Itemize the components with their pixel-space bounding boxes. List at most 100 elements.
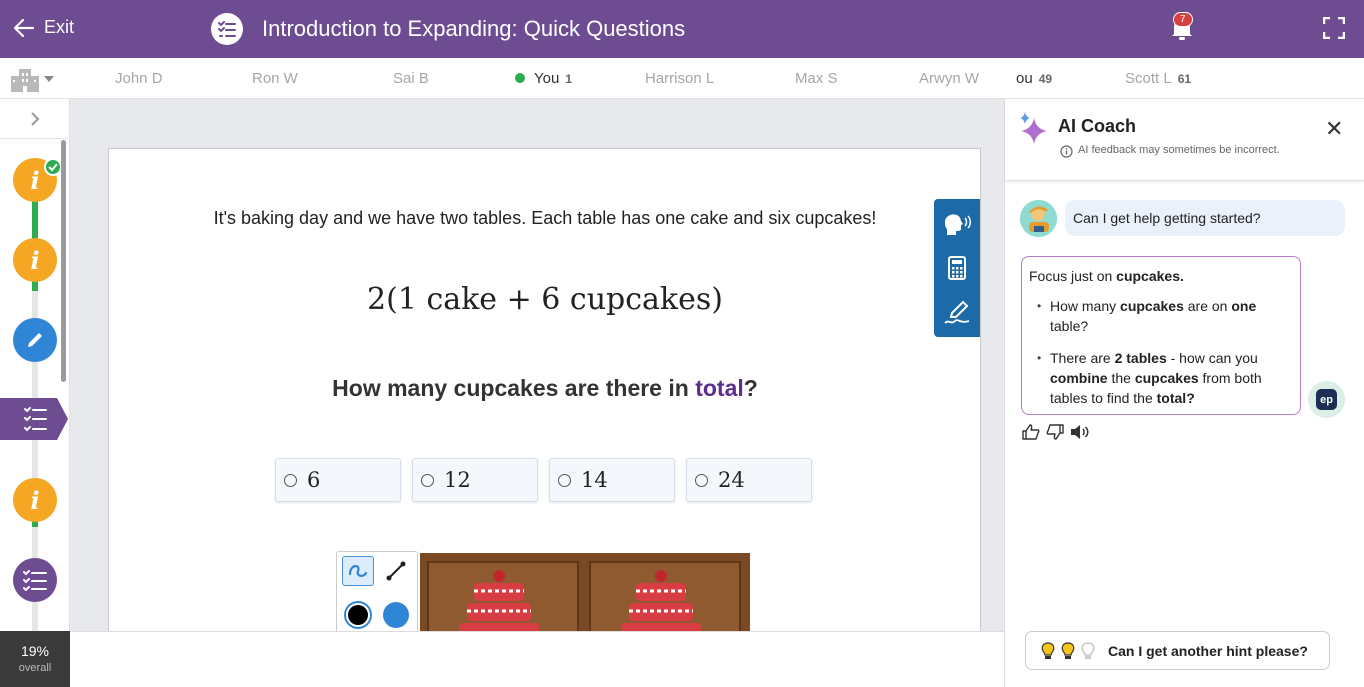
ai-coach-title: AI Coach	[1058, 116, 1137, 136]
close-icon[interactable]: ✕	[1325, 116, 1343, 142]
step-quiz-2[interactable]	[13, 558, 57, 602]
exit-label: Exit	[44, 17, 75, 37]
leaderboard-player: Harrison L	[645, 70, 715, 87]
chevron-right-icon	[31, 111, 40, 126]
leaderboard-player: John D	[115, 70, 163, 87]
color-blue-swatch[interactable]	[380, 600, 412, 630]
leaderboard-player: Ron W	[252, 70, 298, 87]
student-message: Can I get help getting started?	[1065, 200, 1345, 236]
line-tool[interactable]	[380, 556, 412, 586]
step-quiz-current[interactable]	[0, 398, 68, 440]
school-icon	[11, 69, 39, 92]
overall-label: overall	[18, 662, 52, 674]
expand-sidebar-button[interactable]	[0, 99, 70, 139]
leaderboard-player: ou 49	[1016, 70, 1053, 87]
speaking-head-icon	[945, 214, 971, 235]
arrow-left-icon	[14, 18, 34, 37]
radio-button[interactable]	[558, 473, 571, 487]
thumbs-up-icon	[1022, 424, 1040, 440]
fullscreen-icon[interactable]	[1323, 17, 1345, 39]
answer-choice[interactable]: 12	[412, 458, 538, 502]
pen-writing-icon	[944, 300, 970, 324]
step-info-3[interactable]: i	[13, 478, 57, 522]
table-1	[427, 561, 579, 631]
speaker-button[interactable]	[1069, 421, 1091, 443]
leaderboard-player: Arwyn W	[919, 70, 979, 87]
sidebar-scrollbar[interactable]	[61, 140, 66, 382]
ep-logo: ep	[1316, 389, 1337, 410]
page-title: Introduction to Expanding: Quick Questio…	[262, 16, 686, 41]
drawing-toolbox	[336, 551, 418, 631]
info-icon: i	[30, 245, 40, 275]
school-selector[interactable]	[10, 66, 60, 92]
color-black-swatch[interactable]	[342, 600, 374, 630]
online-status-dot	[515, 73, 525, 83]
info-icon: i	[30, 165, 40, 195]
overall-progress: 19% overall	[0, 631, 70, 687]
step-info-2[interactable]: i	[13, 238, 57, 282]
lightbulb-on-icon	[1061, 641, 1075, 659]
checklist-icon	[23, 570, 47, 591]
checklist-icon	[211, 13, 243, 45]
step-task[interactable]	[13, 318, 57, 362]
notification-badge: 7	[1173, 12, 1193, 27]
freehand-pen-tool[interactable]	[342, 556, 374, 586]
lightbulb-off-icon	[1081, 641, 1095, 659]
cake-tables-image	[420, 553, 750, 631]
exit-button[interactable]: Exit	[14, 17, 74, 38]
radio-button[interactable]	[695, 473, 708, 487]
cake-icon	[459, 570, 539, 631]
highlight-total: total	[695, 375, 744, 401]
overall-percent: 19%	[20, 643, 50, 659]
player-score: 49	[1038, 72, 1053, 86]
ai-coach-panel: AI Coach AI feedback may sometimes be in…	[1004, 99, 1364, 687]
calculator-button[interactable]	[942, 253, 972, 283]
ai-coach-header: AI Coach AI feedback may sometimes be in…	[1005, 99, 1364, 181]
player-score: 61	[1177, 72, 1192, 86]
thumbs-down-button[interactable]	[1044, 421, 1066, 443]
answer-choice[interactable]: 14	[549, 458, 675, 502]
player-score: 1	[565, 72, 572, 86]
ai-disclaimer: AI feedback may sometimes be incorrect.	[1078, 144, 1280, 156]
read-aloud-button[interactable]	[942, 208, 972, 238]
lightbulb-on-icon	[1041, 641, 1055, 659]
leaderboard-player: Max S	[795, 70, 838, 87]
leaderboard-bar: John D Ron W Sai B You 1 Harrison L Max S…	[0, 58, 1364, 99]
thumbs-up-button[interactable]	[1020, 421, 1042, 443]
question-intro: It's baking day and we have two tables. …	[213, 208, 877, 228]
radio-button[interactable]	[284, 473, 297, 487]
leaderboard-player-you: You 1	[515, 70, 572, 87]
sparkle-icon	[1020, 112, 1047, 144]
another-hint-button[interactable]: Can I get another hint please?	[1025, 631, 1330, 670]
ai-intro: Focus just on cupcakes.	[1029, 268, 1184, 284]
hint-button-label: Can I get another hint please?	[1108, 642, 1308, 659]
student-avatar	[1020, 200, 1057, 237]
ai-hint-list: How many cupcakes are on one table? Ther…	[1029, 296, 1293, 408]
annotate-button[interactable]	[942, 298, 972, 328]
check-icon	[44, 158, 62, 176]
info-icon: i	[30, 485, 40, 515]
lesson-progress-sidebar: i i i	[0, 99, 70, 631]
thumbs-down-icon	[1046, 424, 1064, 440]
info-circle-icon	[1060, 145, 1073, 158]
question-card: It's baking day and we have two tables. …	[108, 148, 981, 631]
pencil-icon	[28, 333, 42, 347]
answer-choice[interactable]: 24	[686, 458, 812, 502]
radio-button[interactable]	[421, 473, 434, 487]
table-2	[589, 561, 741, 631]
list-item: There are 2 tables - how can you combine…	[1029, 348, 1293, 408]
calculator-icon	[948, 256, 966, 280]
caret-down-icon	[44, 76, 54, 82]
ep-avatar: ep	[1308, 381, 1345, 418]
question-prompt: How many cupcakes are there in total?	[332, 375, 758, 401]
leaderboard-player: Sai B	[393, 70, 429, 87]
leaderboard-player: Scott L 61	[1125, 70, 1192, 87]
answer-choice[interactable]: 6	[275, 458, 401, 502]
line-icon	[386, 561, 406, 581]
side-tools-panel	[934, 199, 980, 337]
question-canvas: It's baking day and we have two tables. …	[70, 99, 1004, 631]
bottom-bar	[70, 631, 1004, 687]
cake-icon	[621, 570, 701, 631]
top-bar: Exit Introduction to Expanding: Quick Qu…	[0, 0, 1364, 58]
ai-response-message: Focus just on cupcakes. How many cupcake…	[1021, 256, 1301, 415]
